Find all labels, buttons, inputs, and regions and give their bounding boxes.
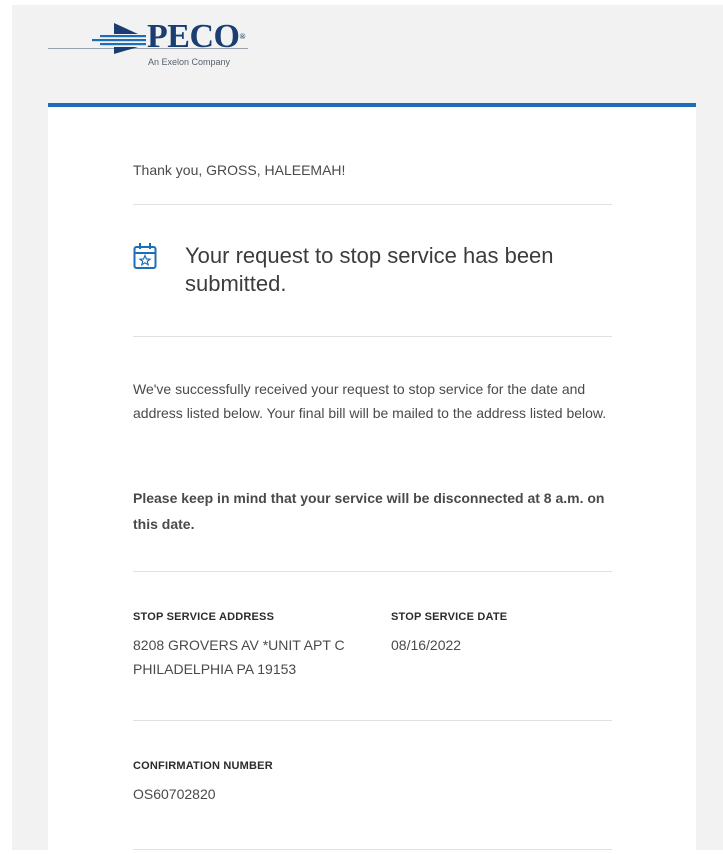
confirmation-headline: Your request to stop service has been su…: [185, 243, 554, 296]
peco-logo-mark-icon: [92, 23, 146, 54]
peco-logo: PECO® An Exelon Company: [48, 18, 278, 78]
date-label: STOP SERVICE DATE: [391, 611, 508, 623]
body-text: We've successfully received your request…: [133, 381, 607, 421]
greeting-text: Thank you, GROSS, HALEEMAH!: [133, 162, 346, 178]
address-label: STOP SERVICE ADDRESS: [133, 611, 275, 623]
divider: [133, 571, 612, 572]
divider: [133, 204, 612, 205]
date-value: 08/16/2022: [391, 637, 462, 653]
address-value: 8208 GROVERS AV *UNIT APT C PHILADELPHIA…: [133, 637, 345, 677]
confirmation-label: CONFIRMATION NUMBER: [133, 760, 273, 772]
calendar-star-icon: [133, 243, 157, 269]
divider: [133, 336, 612, 337]
email-card: Thank you, GROSS, HALEEMAH! Your request…: [48, 103, 696, 854]
logo-wordmark: PECO®: [147, 18, 245, 55]
confirmation-number: OS60702820: [133, 786, 216, 802]
disconnect-note: Please keep in mind that your service wi…: [133, 490, 605, 532]
logo-tagline: An Exelon Company: [148, 57, 231, 67]
divider: [133, 720, 612, 721]
